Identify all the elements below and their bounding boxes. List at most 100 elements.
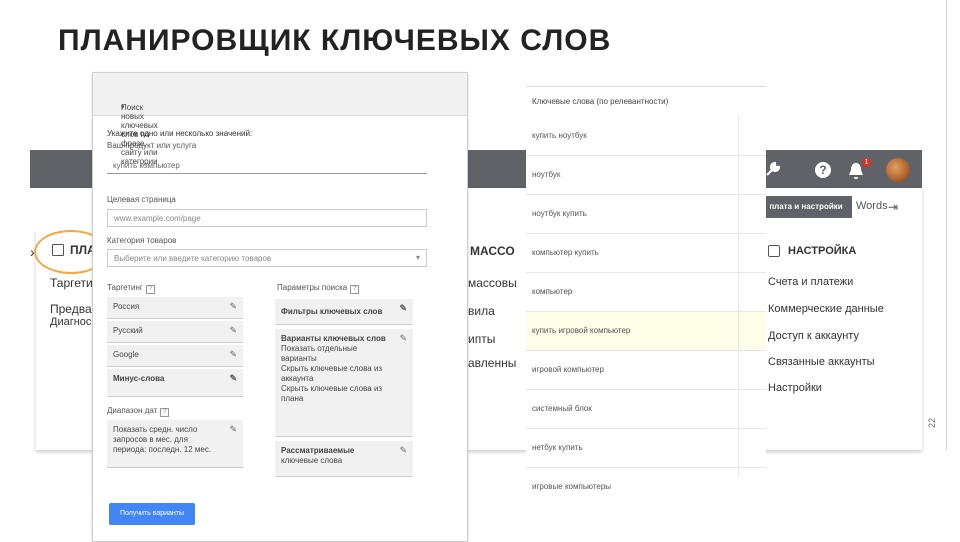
keyword-row[interactable]: системный блок — [526, 390, 766, 429]
date-range-chip[interactable]: Показать средн. число запросов в мес. дл… — [107, 420, 243, 468]
menu-item-billing[interactable]: Счета и платежи — [768, 276, 853, 288]
edit-icon[interactable]: ✎ — [399, 333, 407, 343]
targeting-negative-keywords[interactable]: Минус-слова ✎ — [107, 369, 243, 397]
product-input[interactable]: купить компьютер — [113, 161, 180, 170]
search-params-label: Параметры поиска? — [277, 283, 360, 294]
keyword-text: ноутбук — [532, 170, 561, 179]
keyword-text: системный блок — [532, 404, 592, 413]
menu-item-preferences[interactable]: Настройки — [768, 382, 822, 394]
column-divider — [738, 116, 739, 476]
info-icon[interactable]: ? — [160, 408, 170, 417]
option-line: Скрыть ключевые слова из — [281, 364, 383, 373]
targeting-label-text: Таргетинг — [107, 283, 143, 292]
option-line: плана — [281, 394, 304, 403]
avatar[interactable] — [886, 158, 910, 182]
ads-text-fragment: Предва — [50, 302, 92, 316]
chip-label: Россия — [113, 302, 140, 311]
landing-page-label: Целевая страница — [107, 195, 176, 204]
keyword-list-panel: Ключевые слова (по релевантности) купить… — [526, 72, 766, 506]
keyword-text: компьютер купить — [532, 248, 599, 257]
keyword-text: компьютер — [532, 287, 573, 296]
ads-text-fragment: Диагнос — [50, 316, 92, 328]
keyword-text: купить ноутбук — [532, 131, 587, 140]
option-line: аккаунта — [281, 374, 314, 383]
column-header-label: Ключевые слова (по релевантности) — [532, 97, 669, 106]
chip-label: Фильтры ключевых слов — [281, 307, 383, 316]
exit-icon[interactable]: ⇥ — [888, 200, 898, 214]
settings-icon — [768, 245, 780, 257]
considered-keywords-chip[interactable]: Рассматриваемые ключевые слова ✎ — [275, 441, 413, 477]
keyword-row-highlighted[interactable]: купить игровой компьютер — [526, 312, 766, 351]
date-range-line: периода: последн. 12 мес. — [113, 445, 212, 454]
keyword-row[interactable]: нетбук купить — [526, 429, 766, 468]
date-range-label-text: Диапазон дат — [107, 406, 158, 415]
tools-settings-button[interactable]: плата и настройки — [760, 196, 852, 218]
product-label: Ваш продукт или услуга — [107, 141, 197, 150]
info-icon[interactable]: ? — [145, 285, 155, 294]
chip-title: Рассматриваемые — [281, 446, 355, 455]
section-header[interactable]: ▾ Поиск новых ключевых слов по фразе, са… — [93, 73, 467, 166]
targeting-location[interactable]: Россия ✎ — [107, 297, 243, 319]
ads-text-fragment: МАССО — [470, 244, 515, 258]
menu-item-linked-accounts[interactable]: Связанные аккаунты — [768, 356, 875, 368]
bell-icon[interactable] — [848, 162, 864, 185]
menu-item-business-data[interactable]: Коммерческие данные — [768, 303, 884, 315]
edit-icon[interactable]: ✎ — [229, 373, 237, 384]
menu-item-account-access[interactable]: Доступ к аккаунту — [768, 330, 859, 342]
keyword-text: игровой компьютер — [532, 365, 604, 374]
targeting-network[interactable]: Google ✎ — [107, 345, 243, 367]
chip-label: Google — [113, 350, 139, 359]
keyword-options-chip[interactable]: Варианты ключевых слов Показать отдельны… — [275, 329, 413, 437]
category-placeholder: Выберите или введите категорию товаров — [114, 254, 272, 263]
slide-border — [946, 0, 947, 450]
date-range-label: Диапазон дат? — [107, 406, 170, 417]
ads-text-fragment: вила — [468, 304, 495, 318]
keyword-row[interactable]: ноутбук — [526, 156, 766, 195]
category-select[interactable]: Выберите или введите категорию товаров ▾ — [107, 249, 427, 267]
info-icon[interactable]: ? — [350, 285, 360, 294]
keyword-filters-chip[interactable]: Фильтры ключевых слов ✎ — [275, 299, 413, 325]
ads-text-fragment: авленны — [468, 356, 517, 370]
keyword-row[interactable]: компьютер — [526, 273, 766, 312]
edit-icon[interactable]: ✎ — [229, 301, 237, 312]
option-line: варианты — [281, 354, 317, 363]
chip-title: Варианты ключевых слов — [281, 334, 386, 343]
keyword-text: игровые компьютеры — [532, 482, 612, 491]
edit-icon[interactable]: ✎ — [229, 349, 237, 360]
wrench-icon[interactable] — [764, 160, 782, 183]
edit-icon[interactable]: ✎ — [399, 445, 407, 455]
input-underline — [107, 173, 427, 174]
keyword-list-header[interactable]: Ключевые слова (по релевантности) — [526, 86, 766, 118]
settings-menu-title: НАСТРОЙКА — [788, 245, 857, 257]
chip-subtitle: ключевые слова — [281, 456, 343, 465]
edit-icon[interactable]: ✎ — [399, 303, 407, 314]
chip-label: Русский — [113, 326, 143, 335]
date-range-line: запросов в мес. для — [113, 435, 188, 444]
date-range-line: Показать средн. число — [113, 425, 198, 434]
chip-label: Минус-слова — [113, 374, 165, 383]
keyword-row[interactable]: купить ноутбук — [526, 117, 766, 156]
category-label: Категория товаров — [107, 236, 177, 245]
keyword-text: ноутбук купить — [532, 209, 587, 218]
keyword-text: нетбук купить — [532, 443, 583, 452]
ads-text-fragment: Таргети — [50, 276, 93, 290]
prompt-label: Укажите одно или несколько значений: — [107, 129, 253, 138]
help-icon[interactable]: ? — [815, 162, 831, 178]
targeting-language[interactable]: Русский ✎ — [107, 321, 243, 343]
keyword-row[interactable]: ноутбук купить — [526, 195, 766, 234]
slide-number: 22 — [927, 417, 937, 428]
get-ideas-button[interactable]: Получить варианты — [109, 503, 195, 525]
keyword-row[interactable]: компьютер купить — [526, 234, 766, 273]
keyword-row[interactable]: игровой компьютер — [526, 351, 766, 390]
option-line: Показать отдельные — [281, 344, 358, 353]
landing-page-input[interactable]: www.example.com/page — [107, 209, 427, 227]
slide-title: ПЛАНИРОВЩИК КЛЮЧЕВЫХ СЛОВ — [58, 24, 612, 57]
ads-text-fragment: массовы — [468, 276, 517, 290]
edit-icon[interactable]: ✎ — [229, 325, 237, 336]
search-params-label-text: Параметры поиска — [277, 283, 348, 292]
keyword-text: купить игровой компьютер — [532, 326, 631, 335]
keyword-row[interactable]: игровые компьютеры — [526, 468, 766, 506]
edit-icon[interactable]: ✎ — [229, 424, 237, 434]
ads-text-fragment: Words — [856, 200, 888, 212]
chevron-down-icon: ▾ — [415, 253, 420, 262]
